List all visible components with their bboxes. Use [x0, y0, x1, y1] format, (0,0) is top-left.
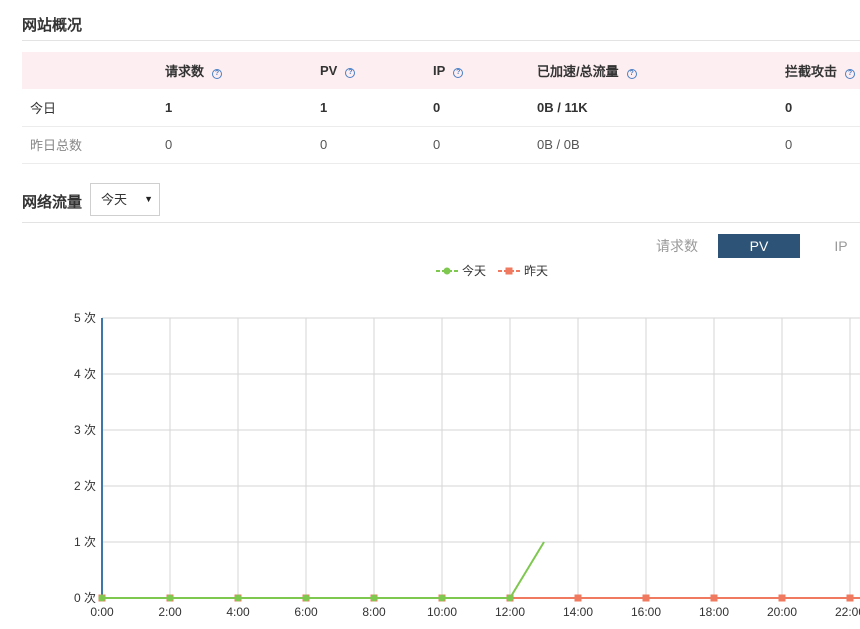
table-cell: 1	[320, 89, 433, 127]
data-point-yesterday	[574, 594, 582, 602]
tab-requests[interactable]: 请求数	[636, 234, 718, 258]
traffic-chart: 0 次 1 次 2 次 3 次 4 次 5 次 0:00 2:00 4:00 6:00 8:00 10…	[74, 311, 860, 619]
header-requests: 请求数?	[165, 52, 320, 89]
table-cell: 1	[165, 89, 320, 127]
table-row: 今日 1 1 0 0B / 11K 0	[22, 89, 860, 127]
header-blank	[22, 52, 165, 89]
x-tick-label: 16:00	[631, 605, 661, 619]
traffic-title: 网络流量	[22, 194, 83, 211]
data-point-yesterday	[642, 594, 650, 602]
y-tick-label: 5 次	[74, 311, 96, 325]
overview-header-row: 请求数? PV? IP? 已加速/总流量? 拦截攻击?	[22, 52, 860, 89]
series-line-today	[102, 541, 545, 599]
overview-table: 请求数? PV? IP? 已加速/总流量? 拦截攻击? 今日 1 1 0 0B …	[22, 52, 860, 164]
range-select[interactable]: 今天 ▼	[90, 183, 160, 216]
help-icon[interactable]: ?	[212, 69, 223, 79]
header-pv: PV?	[320, 52, 433, 89]
chevron-down-icon: ▼	[144, 194, 153, 204]
row-label: 昨日总数	[22, 126, 165, 164]
x-tick-label: 14:00	[563, 605, 593, 619]
x-tick-label: 8:00	[362, 605, 386, 619]
legend-item-yesterday[interactable]: 昨天	[498, 262, 548, 279]
chart-legend: 今天 昨天	[436, 262, 548, 279]
help-icon[interactable]: ?	[626, 69, 637, 79]
table-cell: 0B / 11K	[537, 89, 785, 127]
y-tick-label: 4 次	[74, 367, 96, 381]
legend-label: 今天	[462, 264, 487, 278]
y-tick-label: 1 次	[74, 535, 96, 549]
y-tick-label: 0 次	[74, 591, 96, 605]
x-tick-label: 10:00	[427, 605, 457, 619]
data-point-today	[234, 594, 242, 602]
x-tick-label: 20:00	[767, 605, 797, 619]
table-row: 昨日总数 0 0 0 0B / 0B 0	[22, 126, 860, 164]
x-tick-label: 12:00	[495, 605, 525, 619]
data-point-yesterday	[710, 594, 718, 602]
table-cell: 0	[165, 126, 320, 164]
data-point-today	[302, 594, 310, 602]
range-select-value: 今天	[101, 192, 128, 207]
header-ip: IP?	[433, 52, 537, 89]
tab-pv[interactable]: PV	[718, 234, 800, 258]
header-traffic: 已加速/总流量?	[537, 52, 785, 89]
data-point-today	[166, 594, 174, 602]
legend-line-marker-icon	[436, 267, 458, 274]
data-point-yesterday	[846, 594, 854, 602]
table-cell: 0	[785, 89, 860, 127]
table-cell: 0B / 0B	[537, 126, 785, 164]
traffic-divider	[22, 222, 860, 223]
row-label: 今日	[22, 89, 165, 127]
table-cell: 0	[433, 126, 537, 164]
legend-square-marker-icon	[498, 267, 521, 274]
metric-tabs: 请求数 PV IP	[636, 234, 860, 258]
help-icon[interactable]: ?	[345, 68, 356, 78]
x-tick-label: 18:00	[699, 605, 729, 619]
overview-divider	[22, 40, 860, 41]
overview-title: 网站概况	[22, 17, 83, 34]
data-point-yesterday	[778, 594, 786, 602]
data-point-today	[370, 594, 378, 602]
x-tick-label: 6:00	[294, 605, 318, 619]
table-cell: 0	[433, 89, 537, 127]
y-tick-label: 3 次	[74, 423, 96, 437]
help-icon[interactable]: ?	[453, 68, 464, 78]
table-cell: 0	[320, 126, 433, 164]
table-cell: 0	[785, 126, 860, 164]
tab-ip[interactable]: IP	[800, 234, 860, 258]
header-blocked-attacks: 拦截攻击?	[785, 52, 860, 89]
data-point-today	[506, 594, 514, 602]
data-point-today	[98, 594, 106, 602]
x-tick-label: 22:00	[835, 605, 860, 619]
legend-item-today[interactable]: 今天	[436, 262, 486, 279]
y-tick-label: 2 次	[74, 479, 96, 493]
x-tick-label: 4:00	[226, 605, 250, 619]
x-tick-label: 0:00	[90, 605, 114, 619]
legend-label: 昨天	[524, 264, 549, 278]
x-tick-label: 2:00	[158, 605, 182, 619]
data-point-today	[438, 594, 446, 602]
help-icon[interactable]: ?	[845, 69, 856, 79]
